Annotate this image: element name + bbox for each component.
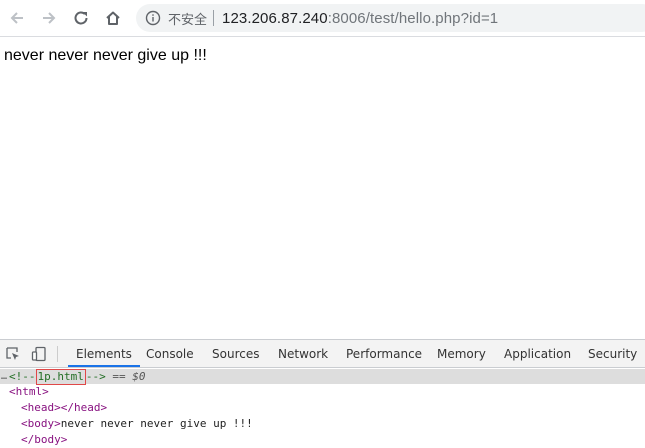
- forward-button[interactable]: [37, 6, 61, 30]
- tab-console[interactable]: Console: [146, 340, 194, 368]
- dom-node-html[interactable]: <html>: [0, 384, 645, 399]
- arrow-right-icon: [43, 12, 56, 24]
- body-text-node: never never never give up !!!: [60, 417, 253, 430]
- dom-node-head[interactable]: <head></head>: [0, 400, 645, 415]
- page-viewport: never never never give up !!!: [0, 37, 645, 339]
- dom-tree: … <!-- 1p.html --> == $0 <html> <head></hea…: [0, 369, 645, 448]
- tab-performance[interactable]: Performance: [346, 340, 422, 368]
- inspect-element-icon[interactable]: [3, 344, 23, 364]
- tab-elements[interactable]: Elements: [68, 340, 140, 367]
- device-toolbar-icon[interactable]: [29, 344, 49, 364]
- tab-network[interactable]: Network: [278, 340, 328, 368]
- tab-security[interactable]: Security: [588, 340, 637, 368]
- arrow-left-icon: [10, 12, 23, 24]
- page-body-text: never never never give up !!!: [4, 47, 207, 64]
- devtools-tabbar: Elements Console Sources Network Perform…: [0, 340, 645, 368]
- dom-node-comment[interactable]: … <!-- 1p.html --> == $0: [0, 369, 645, 385]
- url-path: :8006/test/hello.php?id=1: [327, 9, 499, 27]
- body-close-tag: </body>: [21, 433, 68, 446]
- selected-node-reference: == $0: [105, 370, 146, 383]
- dom-node-body[interactable]: <body>never never never give up !!!: [0, 416, 645, 431]
- tab-sources[interactable]: Sources: [212, 340, 259, 368]
- url-text[interactable]: 123.206.87.240:8006/test/hello.php?id=1: [222, 10, 498, 27]
- reload-icon: [74, 11, 88, 25]
- ellipsis-icon[interactable]: …: [1, 369, 7, 384]
- comment-text: 1p.html: [35, 369, 86, 385]
- devtools-panel: Elements Console Sources Network Perform…: [0, 339, 645, 448]
- url-host: 123.206.87.240: [222, 9, 328, 27]
- browser-toolbar: 不安全 123.206.87.240:8006/test/hello.php?i…: [0, 0, 645, 37]
- html-open-tag: <html>: [9, 385, 49, 398]
- reload-button[interactable]: [69, 6, 93, 30]
- home-button[interactable]: [101, 6, 125, 30]
- address-bar[interactable]: 不安全 123.206.87.240:8006/test/hello.php?i…: [136, 4, 645, 32]
- home-icon: [106, 11, 120, 25]
- comment-close: -->: [85, 370, 106, 383]
- tabbar-separator: [57, 346, 58, 362]
- body-open-tag: <body>: [21, 417, 61, 430]
- security-status-label[interactable]: 不安全: [168, 9, 207, 28]
- back-button[interactable]: [5, 6, 29, 30]
- tab-memory[interactable]: Memory: [437, 340, 486, 368]
- info-icon[interactable]: [145, 10, 161, 26]
- omnibox-divider: [213, 10, 215, 26]
- tab-application[interactable]: Application: [504, 340, 571, 368]
- dom-node-body-close[interactable]: </body>: [0, 432, 645, 447]
- head-tag: <head></head>: [21, 401, 108, 414]
